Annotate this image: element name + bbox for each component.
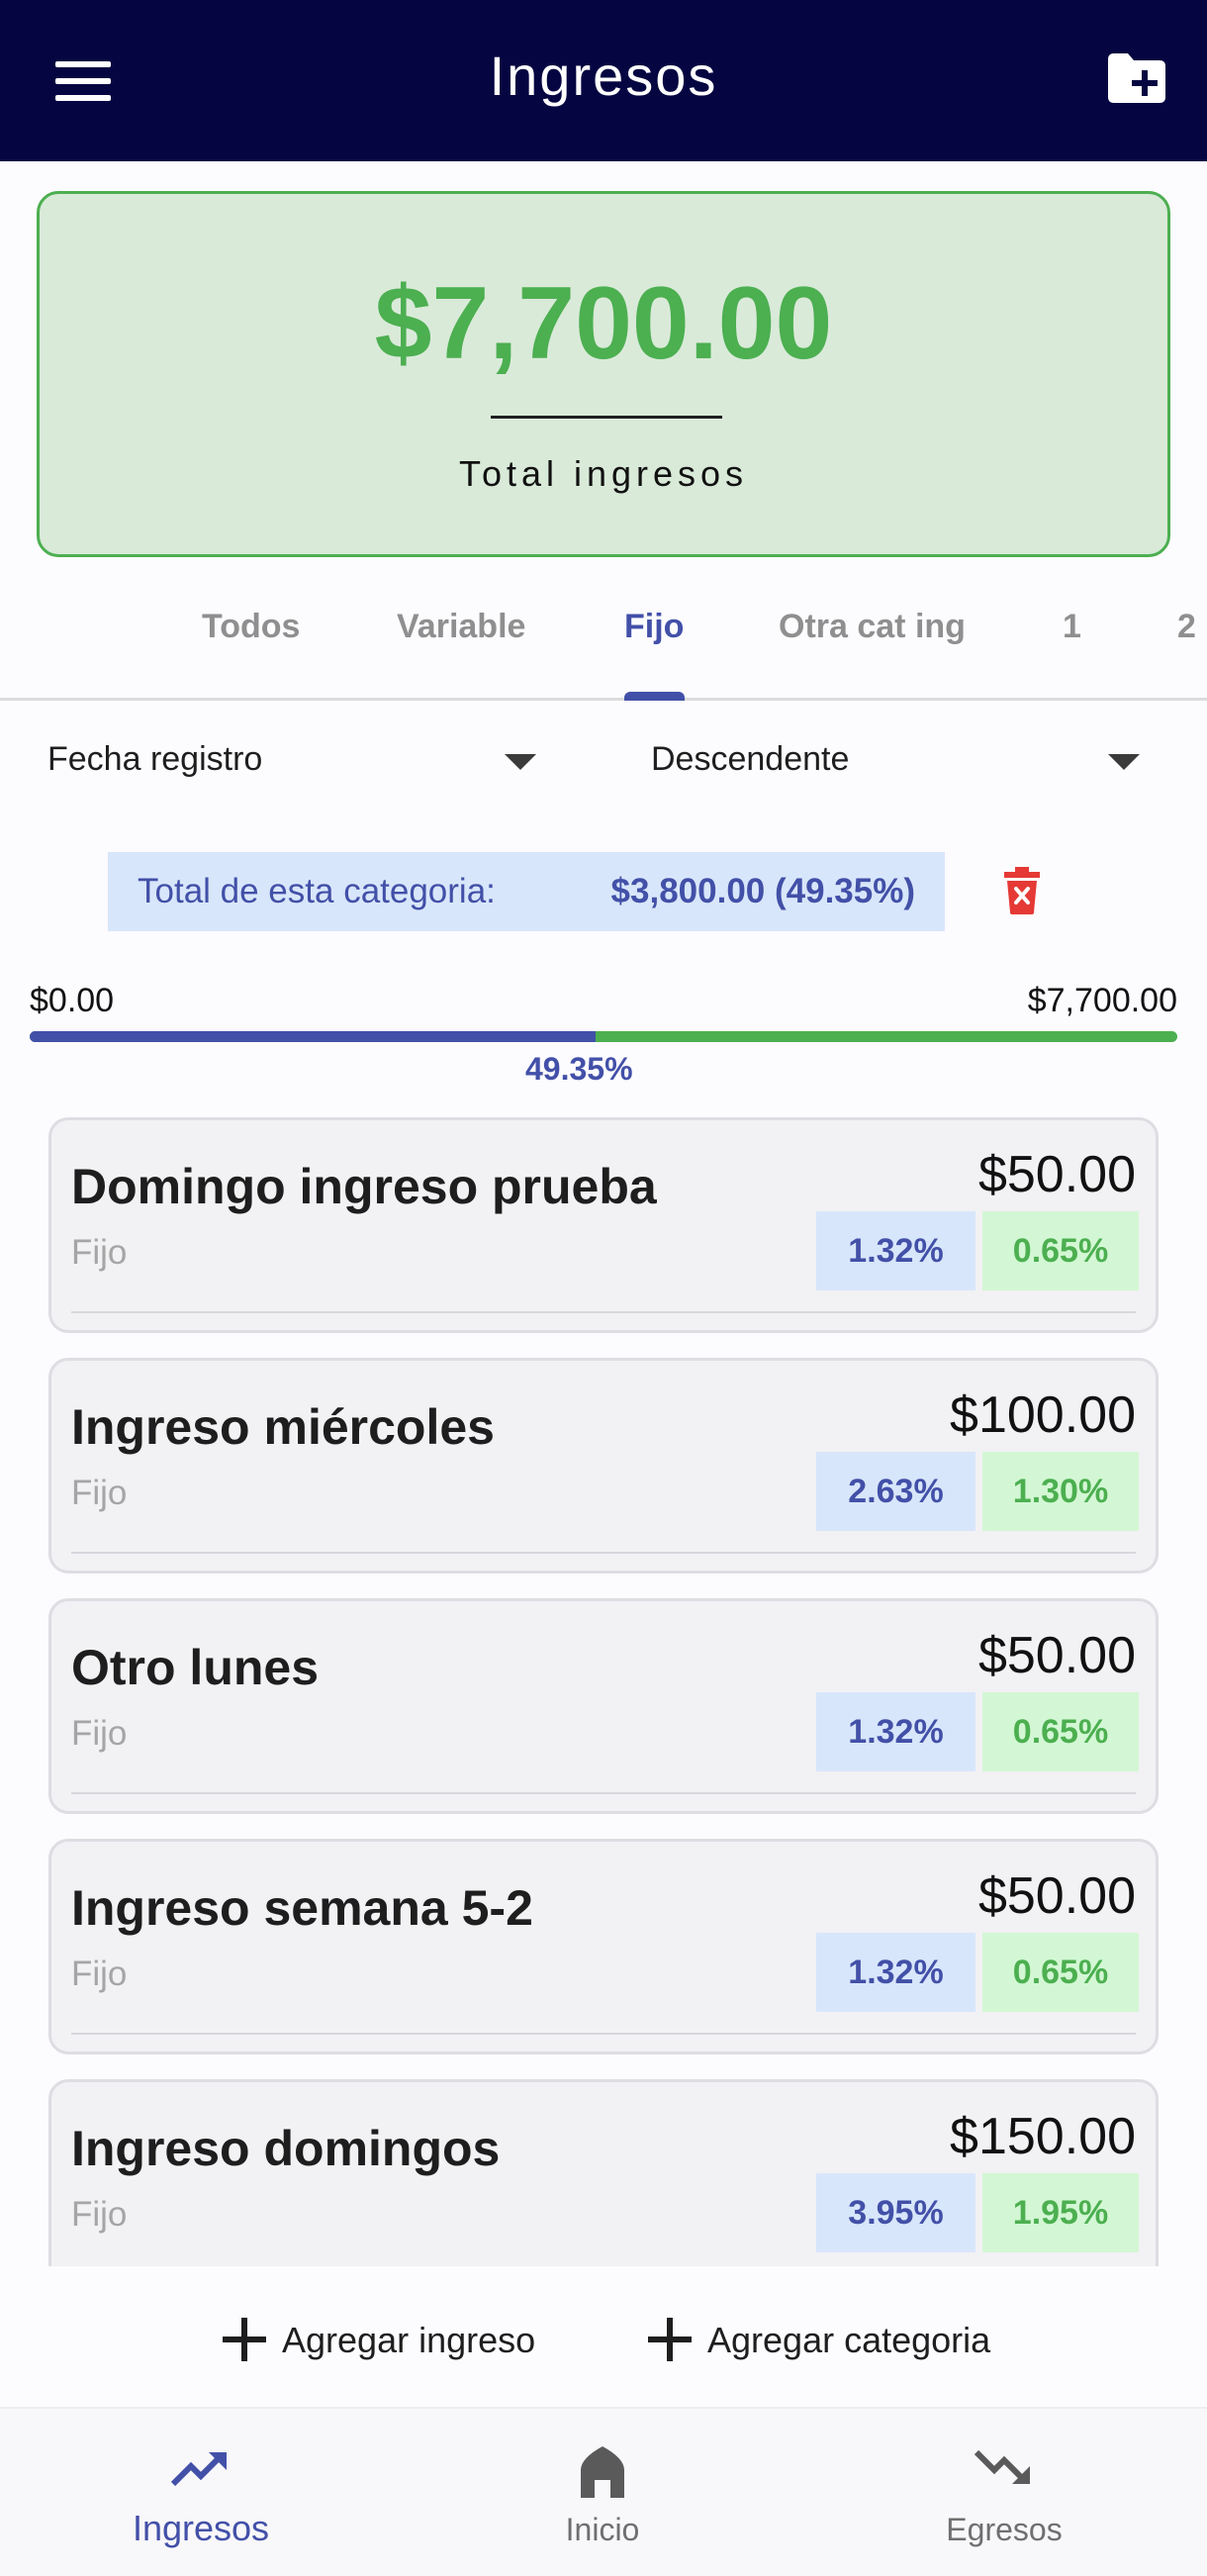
progress-max-label: $7,700.00 xyxy=(1027,982,1177,1019)
summary-divider xyxy=(491,416,722,419)
card-divider xyxy=(71,1552,1136,1554)
percent-of-category-badge: 1.32% xyxy=(816,1933,975,2012)
income-amount: $50.00 xyxy=(977,1867,1136,1925)
income-summary-card: $7,700.00 Total ingresos xyxy=(37,191,1170,557)
income-name: Ingreso domingos xyxy=(71,2121,501,2176)
income-item[interactable]: Ingreso semana 5-2 Fijo $50.00 1.32% 0.6… xyxy=(48,1839,1159,2054)
percent-of-total-badge: 1.30% xyxy=(982,1452,1139,1531)
card-divider xyxy=(71,2033,1136,2035)
percent-of-category-badge: 3.95% xyxy=(816,2173,975,2252)
tab-otra-cat-ing[interactable]: Otra cat ing xyxy=(779,608,966,646)
income-item[interactable]: Ingreso domingos Fijo $150.00 3.95% 1.95… xyxy=(48,2079,1159,2266)
percent-of-category-badge: 2.63% xyxy=(816,1452,975,1531)
income-category: Fijo xyxy=(71,1233,128,1272)
active-tab-indicator xyxy=(624,692,685,701)
sort-order-value: Descendente xyxy=(651,740,850,778)
nav-inicio[interactable]: Inicio xyxy=(402,2409,803,2576)
income-name: Otro lunes xyxy=(71,1640,320,1695)
progress-min-label: $0.00 xyxy=(30,982,115,1019)
percent-of-total-badge: 1.95% xyxy=(982,2173,1139,2252)
add-category-button[interactable]: Agregar categoria xyxy=(648,2312,1004,2367)
bottom-navigation: Ingresos Inicio Egresos xyxy=(0,2407,1207,2576)
income-list[interactable]: Domingo ingreso prueba Fijo $50.00 1.32%… xyxy=(0,1116,1207,2266)
income-category: Fijo xyxy=(71,1474,128,1512)
income-amount: $150.00 xyxy=(950,2108,1136,2165)
page-title: Ingresos xyxy=(489,45,718,107)
category-total-value: $3,800.00 (49.35%) xyxy=(610,872,915,910)
percent-of-category-badge: 1.32% xyxy=(816,1211,975,1290)
category-tabs: Todos Variable Fijo Otra cat ing 1 2 xyxy=(0,574,1207,701)
income-name: Ingreso semana 5-2 xyxy=(71,1880,533,1936)
income-item[interactable]: Otro lunes Fijo $50.00 1.32% 0.65% xyxy=(48,1598,1159,1814)
tab-1[interactable]: 1 xyxy=(1063,608,1081,646)
income-name: Domingo ingreso prueba xyxy=(71,1159,657,1214)
income-category: Fijo xyxy=(71,2195,128,2234)
progress-percent-label: 49.35% xyxy=(525,1051,633,1087)
tab-2[interactable]: 2 xyxy=(1177,608,1196,646)
plus-icon xyxy=(648,2318,692,2361)
total-income-label: Total ingresos xyxy=(458,453,749,494)
income-item[interactable]: Domingo ingreso prueba Fijo $50.00 1.32%… xyxy=(48,1117,1159,1333)
nav-inicio-label: Inicio xyxy=(565,2512,640,2547)
action-bar: Agregar ingreso Agregar categoria xyxy=(0,2266,1207,2405)
percent-of-category-badge: 1.32% xyxy=(816,1692,975,1771)
add-income-button[interactable]: Agregar ingreso xyxy=(223,2312,549,2367)
income-category: Fijo xyxy=(71,1955,128,1993)
nav-egresos-label: Egresos xyxy=(946,2512,1063,2547)
category-total-label: Total de esta categoria: xyxy=(138,872,496,910)
create-folder-icon[interactable] xyxy=(1104,51,1167,105)
category-total-box: Total de esta categoria: $3,800.00 (49.3… xyxy=(108,852,945,931)
card-divider xyxy=(71,1792,1136,1794)
nav-egresos[interactable]: Egresos xyxy=(803,2409,1205,2576)
income-amount: $50.00 xyxy=(977,1627,1136,1684)
progress-fill xyxy=(30,1031,597,1042)
income-name: Ingreso miércoles xyxy=(71,1399,495,1455)
chevron-down-icon xyxy=(1108,754,1140,770)
plus-icon xyxy=(223,2318,266,2361)
income-item[interactable]: Ingreso miércoles Fijo $100.00 2.63% 1.3… xyxy=(48,1358,1159,1574)
income-amount: $100.00 xyxy=(950,1386,1136,1444)
sort-field-dropdown[interactable]: Fecha registro xyxy=(47,732,540,788)
delete-category-icon[interactable] xyxy=(1003,867,1041,914)
category-progress-bar xyxy=(30,1031,1177,1042)
nav-ingresos[interactable]: Ingresos xyxy=(0,2409,402,2576)
add-category-label: Agregar categoria xyxy=(707,2320,991,2360)
chevron-down-icon xyxy=(505,754,536,770)
tab-variable[interactable]: Variable xyxy=(397,608,525,646)
percent-of-total-badge: 0.65% xyxy=(982,1692,1139,1771)
sort-field-value: Fecha registro xyxy=(47,740,263,778)
tab-fijo[interactable]: Fijo xyxy=(624,608,684,646)
app-bar: Ingresos xyxy=(0,0,1207,161)
tab-todos[interactable]: Todos xyxy=(202,608,300,646)
nav-ingresos-label: Ingresos xyxy=(132,2508,270,2548)
card-divider xyxy=(71,1311,1136,1313)
income-category: Fijo xyxy=(71,1714,128,1753)
income-amount: $50.00 xyxy=(977,1146,1136,1203)
trending-down-icon xyxy=(974,2449,1030,2484)
sort-order-dropdown[interactable]: Descendente xyxy=(651,732,1146,788)
trending-up-icon xyxy=(170,2452,227,2487)
home-icon xyxy=(581,2446,624,2498)
percent-of-total-badge: 0.65% xyxy=(982,1933,1139,2012)
percent-of-total-badge: 0.65% xyxy=(982,1211,1139,1290)
total-income-amount: $7,700.00 xyxy=(374,266,833,381)
add-income-label: Agregar ingreso xyxy=(282,2320,536,2360)
